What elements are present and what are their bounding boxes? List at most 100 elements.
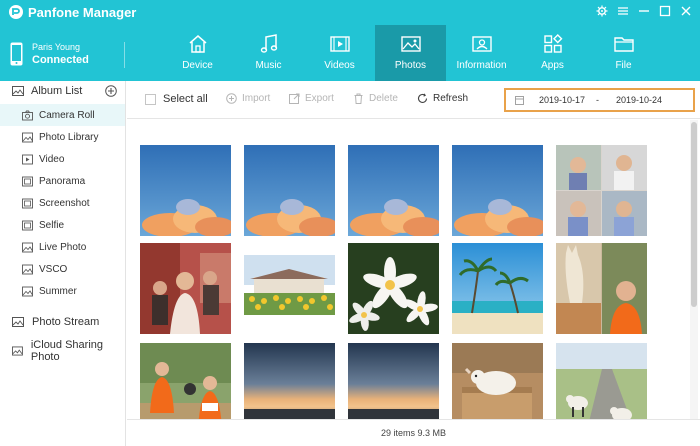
items-summary: 29 items 9.3 MB	[380, 428, 447, 438]
sidebar-item-video[interactable]: Video	[0, 148, 125, 170]
checkbox-icon[interactable]	[145, 93, 156, 105]
main-nav: Device Music Videos Photos Information A…	[162, 25, 659, 81]
date-to-field[interactable]: 2019-10-24	[616, 95, 666, 105]
apps-icon	[543, 34, 562, 53]
refresh-icon	[417, 93, 428, 104]
sidebar-item-panorama[interactable]: Panorama	[0, 170, 125, 192]
photo-grid	[127, 120, 689, 419]
sidebar-item-selfie[interactable]: Selfie	[0, 214, 125, 236]
refresh-label: Refresh	[433, 93, 469, 104]
refresh-button[interactable]: Refresh	[417, 93, 468, 104]
photo-thumbnail[interactable]	[348, 343, 439, 419]
device-name: Paris Young	[32, 42, 81, 52]
video-icon	[329, 36, 350, 52]
photo-thumbnail[interactable]	[140, 145, 231, 236]
device-info[interactable]: Paris Young Connected	[10, 42, 124, 68]
date-separator: -	[596, 95, 599, 105]
sidebar-item-live-photo[interactable]: Live Photo	[0, 236, 125, 258]
photo-thumbnail[interactable]	[244, 343, 335, 419]
image-icon	[22, 286, 33, 296]
tab-file[interactable]: File	[588, 25, 659, 81]
sidebar: Album List Camera Roll Photo Library Vid…	[0, 81, 126, 446]
export-icon	[289, 93, 300, 104]
sidebar-item-screenshot[interactable]: Screenshot	[0, 192, 125, 214]
maximize-icon[interactable]	[657, 3, 673, 19]
album-list-header[interactable]: Album List	[0, 81, 125, 101]
tab-device-label: Device	[182, 60, 213, 71]
sidebar-item-label: VSCO	[39, 263, 68, 275]
toolbar: Select all Import Export Delete Refresh …	[127, 81, 700, 119]
sidebar-item-icloud-sharing[interactable]: iCloud Sharing Photo	[0, 339, 125, 363]
folder-icon	[613, 37, 634, 52]
date-range-filter: 2019-10-17 - 2019-10-24	[504, 88, 695, 112]
tab-music[interactable]: Music	[233, 25, 304, 81]
photo-thumbnail[interactable]	[348, 243, 439, 334]
add-album-icon[interactable]	[105, 85, 117, 97]
sidebar-item-label: Video	[39, 153, 65, 165]
tab-file-label: File	[615, 60, 632, 71]
export-label: Export	[305, 93, 334, 104]
tab-information-label: Information	[456, 60, 507, 71]
screenshot-icon	[22, 198, 33, 208]
delete-button[interactable]: Delete	[353, 93, 398, 104]
tab-information[interactable]: Information	[446, 25, 517, 81]
minimize-icon[interactable]	[636, 3, 652, 19]
contact-card-icon	[471, 36, 492, 52]
import-button[interactable]: Import	[226, 93, 270, 104]
close-icon[interactable]	[678, 3, 694, 19]
icloud-sharing-icon	[12, 346, 23, 356]
sidebar-item-label: Camera Roll	[39, 109, 95, 121]
sidebar-item-vsco[interactable]: VSCO	[0, 258, 125, 280]
status-bar: 29 items 9.3 MB	[127, 419, 700, 446]
import-label: Import	[242, 93, 271, 104]
tab-videos[interactable]: Videos	[304, 25, 375, 81]
tab-photos[interactable]: Photos	[375, 25, 446, 81]
delete-label: Delete	[369, 93, 398, 104]
select-all-checkbox[interactable]: Select all	[145, 93, 208, 105]
sidebar-item-photo-library[interactable]: Photo Library	[0, 126, 125, 148]
app-header: Panfone Manager Paris Young Connected De…	[0, 0, 700, 81]
photo-icon	[400, 36, 421, 52]
sidebar-item-label: Selfie	[39, 219, 65, 231]
sidebar-item-label: Summer	[39, 285, 77, 297]
photo-thumbnail[interactable]	[452, 243, 543, 334]
play-icon	[22, 154, 33, 164]
music-icon	[260, 34, 277, 53]
gear-icon[interactable]	[594, 3, 610, 19]
tab-music-label: Music	[255, 60, 282, 71]
photo-thumbnail[interactable]	[140, 343, 231, 419]
photo-thumbnail[interactable]	[556, 243, 647, 334]
photo-thumbnail[interactable]	[244, 243, 335, 334]
photo-thumbnail[interactable]	[452, 145, 543, 236]
panorama-icon	[22, 176, 33, 186]
sidebar-item-label: Photo Library	[39, 131, 99, 143]
phone-icon	[10, 42, 23, 66]
date-from-field[interactable]: 2019-10-17	[539, 95, 589, 105]
photo-thumbnail[interactable]	[452, 343, 543, 419]
tab-apps[interactable]: Apps	[517, 25, 588, 81]
device-status: Connected	[32, 54, 89, 66]
scrollbar-thumb[interactable]	[691, 122, 697, 307]
sidebar-item-camera-roll[interactable]: Camera Roll	[0, 104, 125, 126]
photo-thumbnail[interactable]	[348, 145, 439, 236]
photo-thumbnail[interactable]	[556, 343, 647, 419]
calendar-icon[interactable]	[515, 95, 524, 105]
home-icon	[189, 35, 206, 53]
sidebar-item-photo-stream[interactable]: Photo Stream	[0, 310, 125, 334]
menu-icon[interactable]	[615, 3, 631, 19]
tab-photos-label: Photos	[394, 60, 427, 71]
photo-thumbnail[interactable]	[244, 145, 335, 236]
photo-thumbnail[interactable]	[140, 243, 231, 334]
photo-thumbnail[interactable]	[556, 145, 647, 236]
tab-device[interactable]: Device	[162, 25, 233, 81]
trash-icon	[354, 93, 363, 104]
sidebar-item-label: Live Photo	[39, 241, 87, 253]
photo-stream-icon	[12, 317, 24, 327]
live-photo-icon	[22, 242, 33, 252]
sidebar-item-summer[interactable]: Summer	[0, 280, 125, 302]
app-logo-icon	[9, 5, 23, 19]
selfie-icon	[22, 220, 33, 230]
grid-scrollbar[interactable]	[690, 120, 698, 419]
export-button[interactable]: Export	[289, 93, 334, 104]
icloud-sharing-label: iCloud Sharing Photo	[30, 339, 104, 363]
